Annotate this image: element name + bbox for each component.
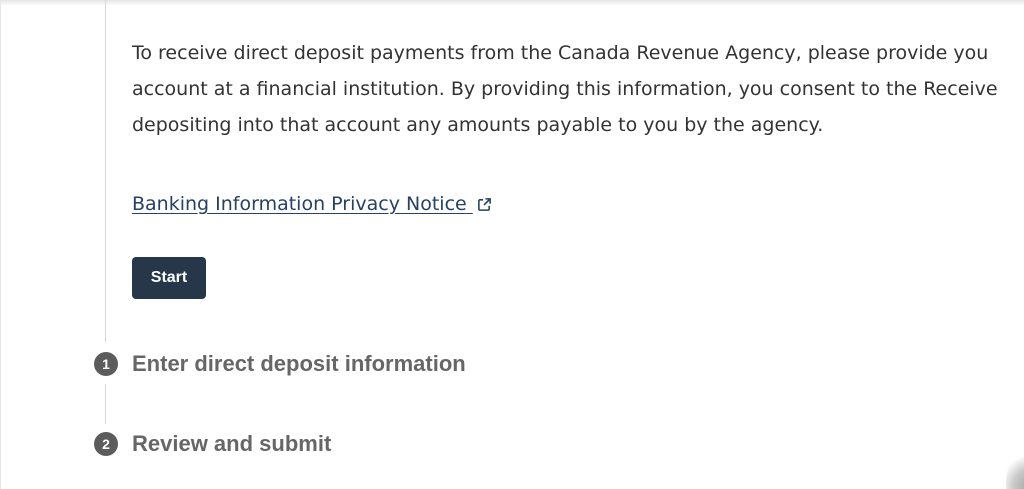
step-connector-line bbox=[105, 0, 106, 342]
start-button[interactable]: Start bbox=[132, 257, 206, 299]
intro-line: account at a financial institution. By p… bbox=[132, 78, 998, 100]
direct-deposit-page: To receive direct deposit payments from … bbox=[0, 0, 1024, 489]
external-link-icon bbox=[477, 192, 492, 220]
step-2: 2 Review and submit bbox=[94, 430, 331, 458]
step-title: Review and submit bbox=[132, 431, 332, 456]
page-left-border bbox=[0, 0, 1, 489]
step-connector-line bbox=[105, 384, 106, 424]
intro-line: To receive direct deposit payments from … bbox=[132, 42, 989, 64]
privacy-notice-label: Banking Information Privacy Notice bbox=[132, 193, 467, 215]
step-number-badge: 1 bbox=[94, 352, 118, 376]
step-title: Enter direct deposit information bbox=[132, 351, 466, 376]
corner-shadow bbox=[1006, 452, 1024, 489]
step-number-badge: 2 bbox=[94, 432, 118, 456]
privacy-notice-link[interactable]: Banking Information Privacy Notice bbox=[132, 190, 492, 220]
header-shadow bbox=[0, 0, 1024, 6]
intro-line: depositing into that account any amounts… bbox=[132, 114, 824, 136]
intro-paragraph: To receive direct deposit payments from … bbox=[132, 35, 1024, 143]
step-1: 1 Enter direct deposit information bbox=[94, 350, 466, 378]
